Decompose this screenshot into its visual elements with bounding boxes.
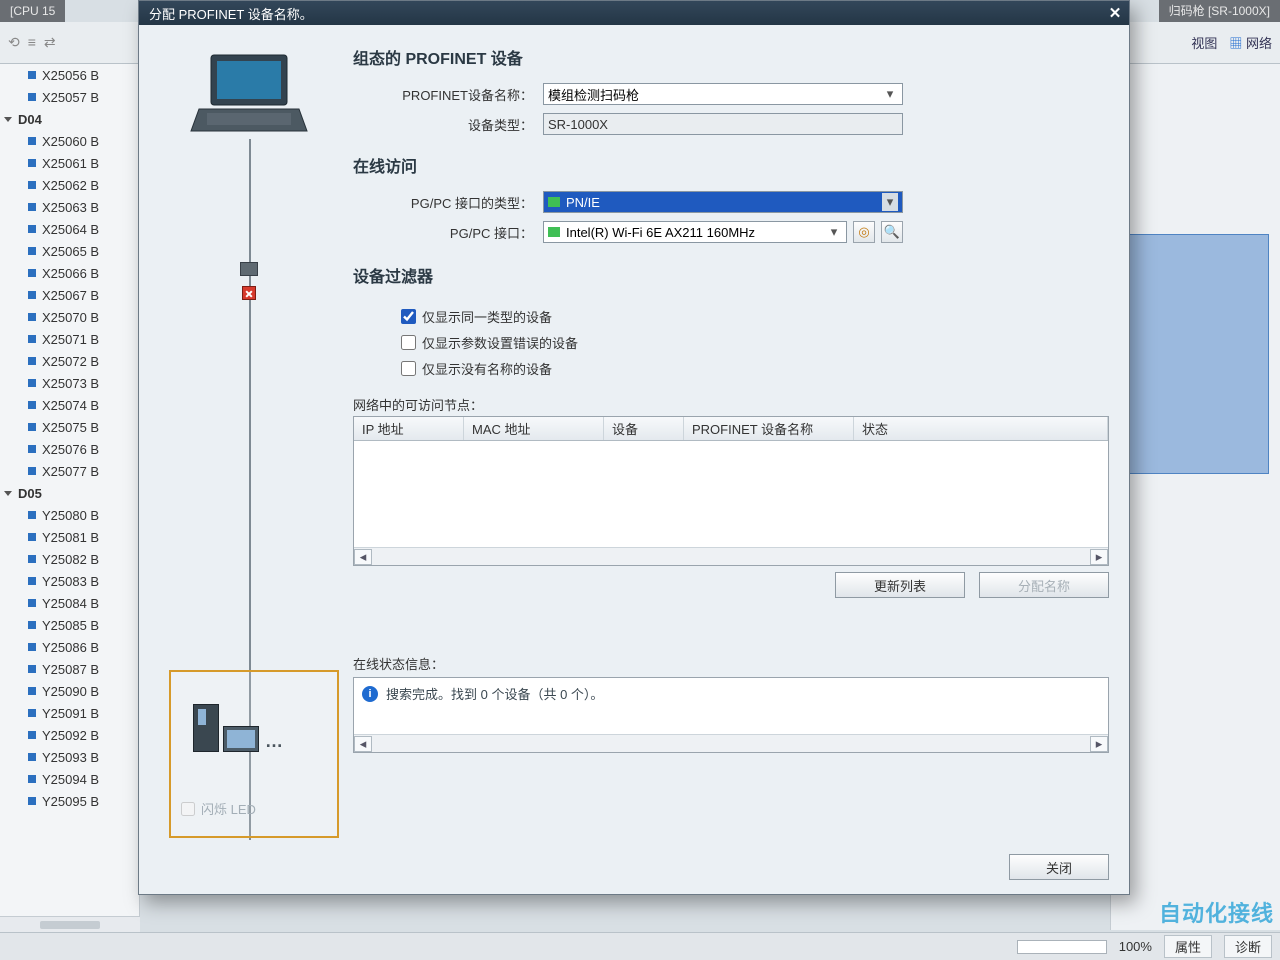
iface-label: PG/PC 接口： [353, 223, 543, 242]
tree-item[interactable]: X25066 B [0, 262, 139, 284]
tree-item[interactable]: X25062 B [0, 174, 139, 196]
tree-item[interactable]: Y25092 B [0, 724, 139, 746]
tree-hscroll[interactable] [0, 916, 140, 932]
bg-title-left: [CPU 15 [0, 0, 65, 22]
topology-panel: … 闪烁 LED [159, 45, 339, 840]
tree-item[interactable]: Y25091 B [0, 702, 139, 724]
col-dev[interactable]: 设备 [604, 417, 684, 440]
chevron-down-icon: ▾ [826, 224, 842, 240]
devtype-field: SR-1000X [543, 113, 903, 135]
tree-item[interactable]: Y25087 B [0, 658, 139, 680]
plc-icon: … [193, 704, 283, 752]
iface-search-button[interactable]: 🔍 [881, 221, 903, 243]
dialog-titlebar: 分配 PROFINET 设备名称。 ✕ [139, 1, 1129, 25]
target-device-box[interactable]: … 闪烁 LED [169, 670, 339, 838]
section-filter: 设备过滤器 [353, 263, 1109, 287]
iface-type-select[interactable]: PN/IE ▾ [543, 191, 903, 213]
iface-config-button[interactable]: ◎ [853, 221, 875, 243]
project-tree[interactable]: X25056 BX25057 B D04X25060 BX25061 BX250… [0, 64, 140, 930]
update-list-button[interactable]: 更新列表 [835, 572, 965, 598]
bg-net-link[interactable]: ▦ 网络 [1229, 33, 1272, 52]
disconnect-icon [242, 286, 256, 300]
devname-select[interactable]: 模组检测扫码枪▾ [543, 83, 903, 105]
laptop-icon [189, 49, 309, 139]
devtype-label: 设备类型： [353, 115, 543, 134]
tree-item[interactable]: X25072 B [0, 350, 139, 372]
tab-props[interactable]: 属性 [1164, 935, 1212, 958]
tree-group[interactable]: D05 [0, 482, 139, 504]
close-icon[interactable]: ✕ [1105, 4, 1125, 22]
tree-item[interactable]: Y25084 B [0, 592, 139, 614]
iface-select[interactable]: Intel(R) Wi-Fi 6E AX211 160MHz ▾ [543, 221, 847, 243]
tree-item[interactable]: X25070 B [0, 306, 139, 328]
tree-item[interactable]: Y25095 B [0, 790, 139, 812]
tree-item[interactable]: X25061 B [0, 152, 139, 174]
section-config: 组态的 PROFINET 设备 [353, 45, 1109, 69]
dialog-title: 分配 PROFINET 设备名称。 [149, 4, 313, 23]
online-status-label: 在线状态信息： [353, 654, 1109, 673]
tree-item[interactable]: Y25094 B [0, 768, 139, 790]
online-status-box: i 搜索完成。找到 0 个设备（共 0 个）。 ◂▸ [353, 677, 1109, 753]
port-icon [240, 262, 258, 276]
accessible-nodes-table[interactable]: IP 地址 MAC 地址 设备 PROFINET 设备名称 状态 ◂▸ [353, 416, 1109, 566]
tree-item[interactable]: X25060 B [0, 130, 139, 152]
tree-item[interactable]: X25063 B [0, 196, 139, 218]
bg-title-right: 归码枪 [SR-1000X] [1159, 0, 1280, 22]
tree-item[interactable]: Y25093 B [0, 746, 139, 768]
network-device-block[interactable] [1119, 234, 1269, 474]
tree-item[interactable]: Y25085 B [0, 614, 139, 636]
chevron-down-icon: ▾ [882, 193, 898, 211]
tree-item[interactable]: Y25082 B [0, 548, 139, 570]
col-mac[interactable]: MAC 地址 [464, 417, 604, 440]
assign-profinet-name-dialog: 分配 PROFINET 设备名称。 ✕ … [138, 0, 1130, 895]
filter-no-name-checkbox[interactable]: 仅显示没有名称的设备 [401, 355, 1109, 381]
assign-name-button: 分配名称 [979, 572, 1109, 598]
tree-item[interactable]: X25077 B [0, 460, 139, 482]
search-icon: 🔍 [884, 224, 900, 240]
tree-item[interactable]: X25065 B [0, 240, 139, 262]
tree-item[interactable]: X25067 B [0, 284, 139, 306]
tab-diag[interactable]: 诊断 [1224, 935, 1272, 958]
nodes-label: 网络中的可访问节点： [353, 395, 1109, 414]
tree-item[interactable]: X25057 B [0, 86, 139, 108]
zoom-value: 100% [1119, 939, 1152, 954]
filter-same-type-checkbox[interactable]: 仅显示同一类型的设备 [401, 303, 1109, 329]
tree-item[interactable]: X25074 B [0, 394, 139, 416]
flash-led-checkbox[interactable]: 闪烁 LED [181, 799, 256, 818]
statusbar: 100% 属性 诊断 [0, 932, 1280, 960]
tree-item[interactable]: Y25080 B [0, 504, 139, 526]
info-icon: i [362, 686, 378, 702]
tree-item[interactable]: Y25081 B [0, 526, 139, 548]
filter-param-error-checkbox[interactable]: 仅显示参数设置错误的设备 [401, 329, 1109, 355]
status-hscroll[interactable]: ◂▸ [354, 734, 1108, 752]
bg-view-link[interactable]: 视图 [1191, 33, 1217, 52]
tree-item[interactable]: X25075 B [0, 416, 139, 438]
tree-item[interactable]: X25071 B [0, 328, 139, 350]
globe-icon: ◎ [858, 224, 869, 240]
watermark: 自动化接线 [1159, 896, 1274, 928]
tree-item[interactable]: X25056 B [0, 64, 139, 86]
col-pn[interactable]: PROFINET 设备名称 [684, 417, 854, 440]
devname-label: PROFINET设备名称： [353, 85, 543, 104]
tree-item[interactable]: Y25086 B [0, 636, 139, 658]
bg-right-panel [1110, 64, 1280, 930]
tree-item[interactable]: Y25083 B [0, 570, 139, 592]
tree-item[interactable]: Y25090 B [0, 680, 139, 702]
col-ip[interactable]: IP 地址 [354, 417, 464, 440]
bg-hscroll[interactable] [1017, 940, 1107, 954]
tree-item[interactable]: X25064 B [0, 218, 139, 240]
chevron-down-icon: ▾ [882, 86, 898, 102]
col-status[interactable]: 状态 [854, 417, 1108, 440]
tree-group[interactable]: D04 [0, 108, 139, 130]
table-hscroll[interactable]: ◂▸ [354, 547, 1108, 565]
tree-item[interactable]: X25073 B [0, 372, 139, 394]
tree-item[interactable]: X25076 B [0, 438, 139, 460]
close-button[interactable]: 关闭 [1009, 854, 1109, 880]
status-message: 搜索完成。找到 0 个设备（共 0 个）。 [386, 684, 603, 703]
table-header: IP 地址 MAC 地址 设备 PROFINET 设备名称 状态 [354, 417, 1108, 441]
section-online: 在线访问 [353, 153, 1109, 177]
iface-type-label: PG/PC 接口的类型： [353, 193, 543, 212]
